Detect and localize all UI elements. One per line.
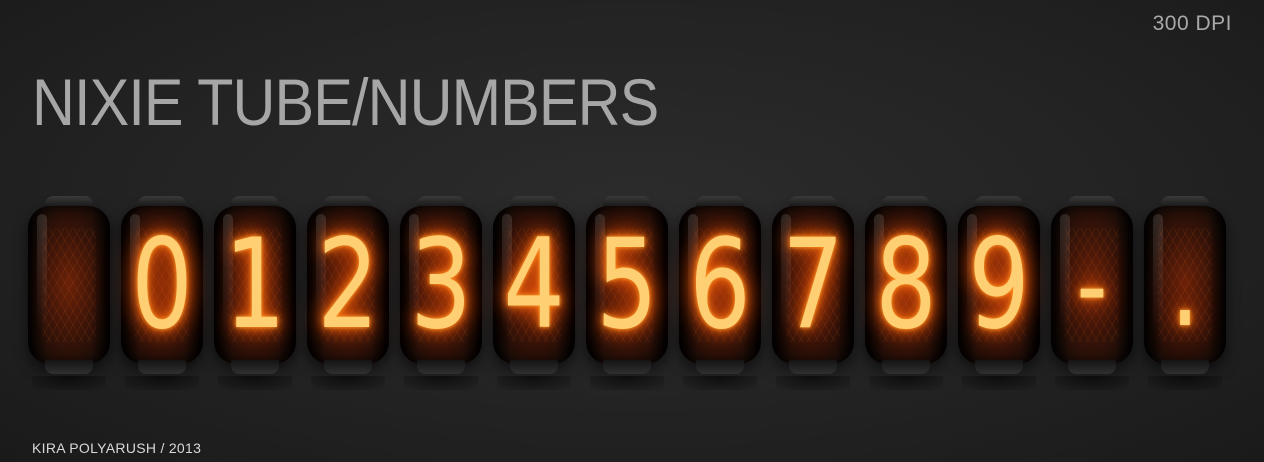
tube-glyph: 5 xyxy=(596,213,658,357)
tube-glyph xyxy=(37,206,101,364)
page-title: NIXIE TUBE/NUMBERS xyxy=(32,65,659,139)
tube-reflection xyxy=(683,376,757,390)
tube-glyph: 6 xyxy=(689,213,751,357)
tube-bottom-cap xyxy=(324,360,372,374)
tube-bottom-cap xyxy=(45,360,93,374)
dpi-label: 300 DPI xyxy=(1152,12,1232,35)
tube-glyph: - xyxy=(1076,221,1108,349)
tube-reflection xyxy=(869,376,943,390)
tube-reflection xyxy=(1055,376,1129,390)
tube-glyph: 3 xyxy=(410,213,472,357)
tube-bottom-cap xyxy=(975,360,1023,374)
nixie-tube-8: 8 xyxy=(865,196,947,390)
nixie-tube-3: 3 xyxy=(400,196,482,390)
nixie-tube-6: 6 xyxy=(679,196,761,390)
tube-bottom-cap xyxy=(603,360,651,374)
tube-glyph: 7 xyxy=(782,213,844,357)
nixie-tube-2: 2 xyxy=(307,196,389,390)
tube-glyph: 9 xyxy=(968,213,1030,357)
tube-reflection xyxy=(962,376,1036,390)
nixie-tube-dot: . xyxy=(1144,196,1226,390)
tube-bottom-cap xyxy=(417,360,465,374)
tube-reflection xyxy=(1148,376,1222,390)
nixie-tube-blank xyxy=(28,196,110,390)
nixie-tube-4: 4 xyxy=(493,196,575,390)
credit-text: KIRA POLYARUSH / 2013 xyxy=(32,440,202,456)
tube-glyph: 1 xyxy=(224,213,286,357)
nixie-tube-7: 7 xyxy=(772,196,854,390)
tube-glyph: 8 xyxy=(875,213,937,357)
tube-bottom-cap xyxy=(1161,360,1209,374)
tube-reflection xyxy=(218,376,292,390)
tube-reflection xyxy=(776,376,850,390)
nixie-tube-row: 0 1 2 3 4 5 6 7 8 9 - . xyxy=(28,196,1226,390)
nixie-tube-5: 5 xyxy=(586,196,668,390)
tube-bottom-cap xyxy=(1068,360,1116,374)
tube-glyph: . xyxy=(1170,215,1200,354)
tube-bottom-cap xyxy=(696,360,744,374)
tube-bottom-cap xyxy=(789,360,837,374)
tube-glyph: 2 xyxy=(317,213,379,357)
tube-reflection xyxy=(497,376,571,390)
tube-reflection xyxy=(311,376,385,390)
tube-bottom-cap xyxy=(138,360,186,374)
nixie-tube-0: 0 xyxy=(121,196,203,390)
tube-bottom-cap xyxy=(510,360,558,374)
nixie-tube-1: 1 xyxy=(214,196,296,390)
tube-reflection xyxy=(590,376,664,390)
tube-reflection xyxy=(32,376,106,390)
tube-reflection xyxy=(125,376,199,390)
tube-bottom-cap xyxy=(231,360,279,374)
tube-reflection xyxy=(404,376,478,390)
tube-glyph: 4 xyxy=(503,213,565,357)
tube-bottom-cap xyxy=(882,360,930,374)
nixie-tube-dash: - xyxy=(1051,196,1133,390)
nixie-tube-9: 9 xyxy=(958,196,1040,390)
tube-glyph: 0 xyxy=(131,213,193,357)
